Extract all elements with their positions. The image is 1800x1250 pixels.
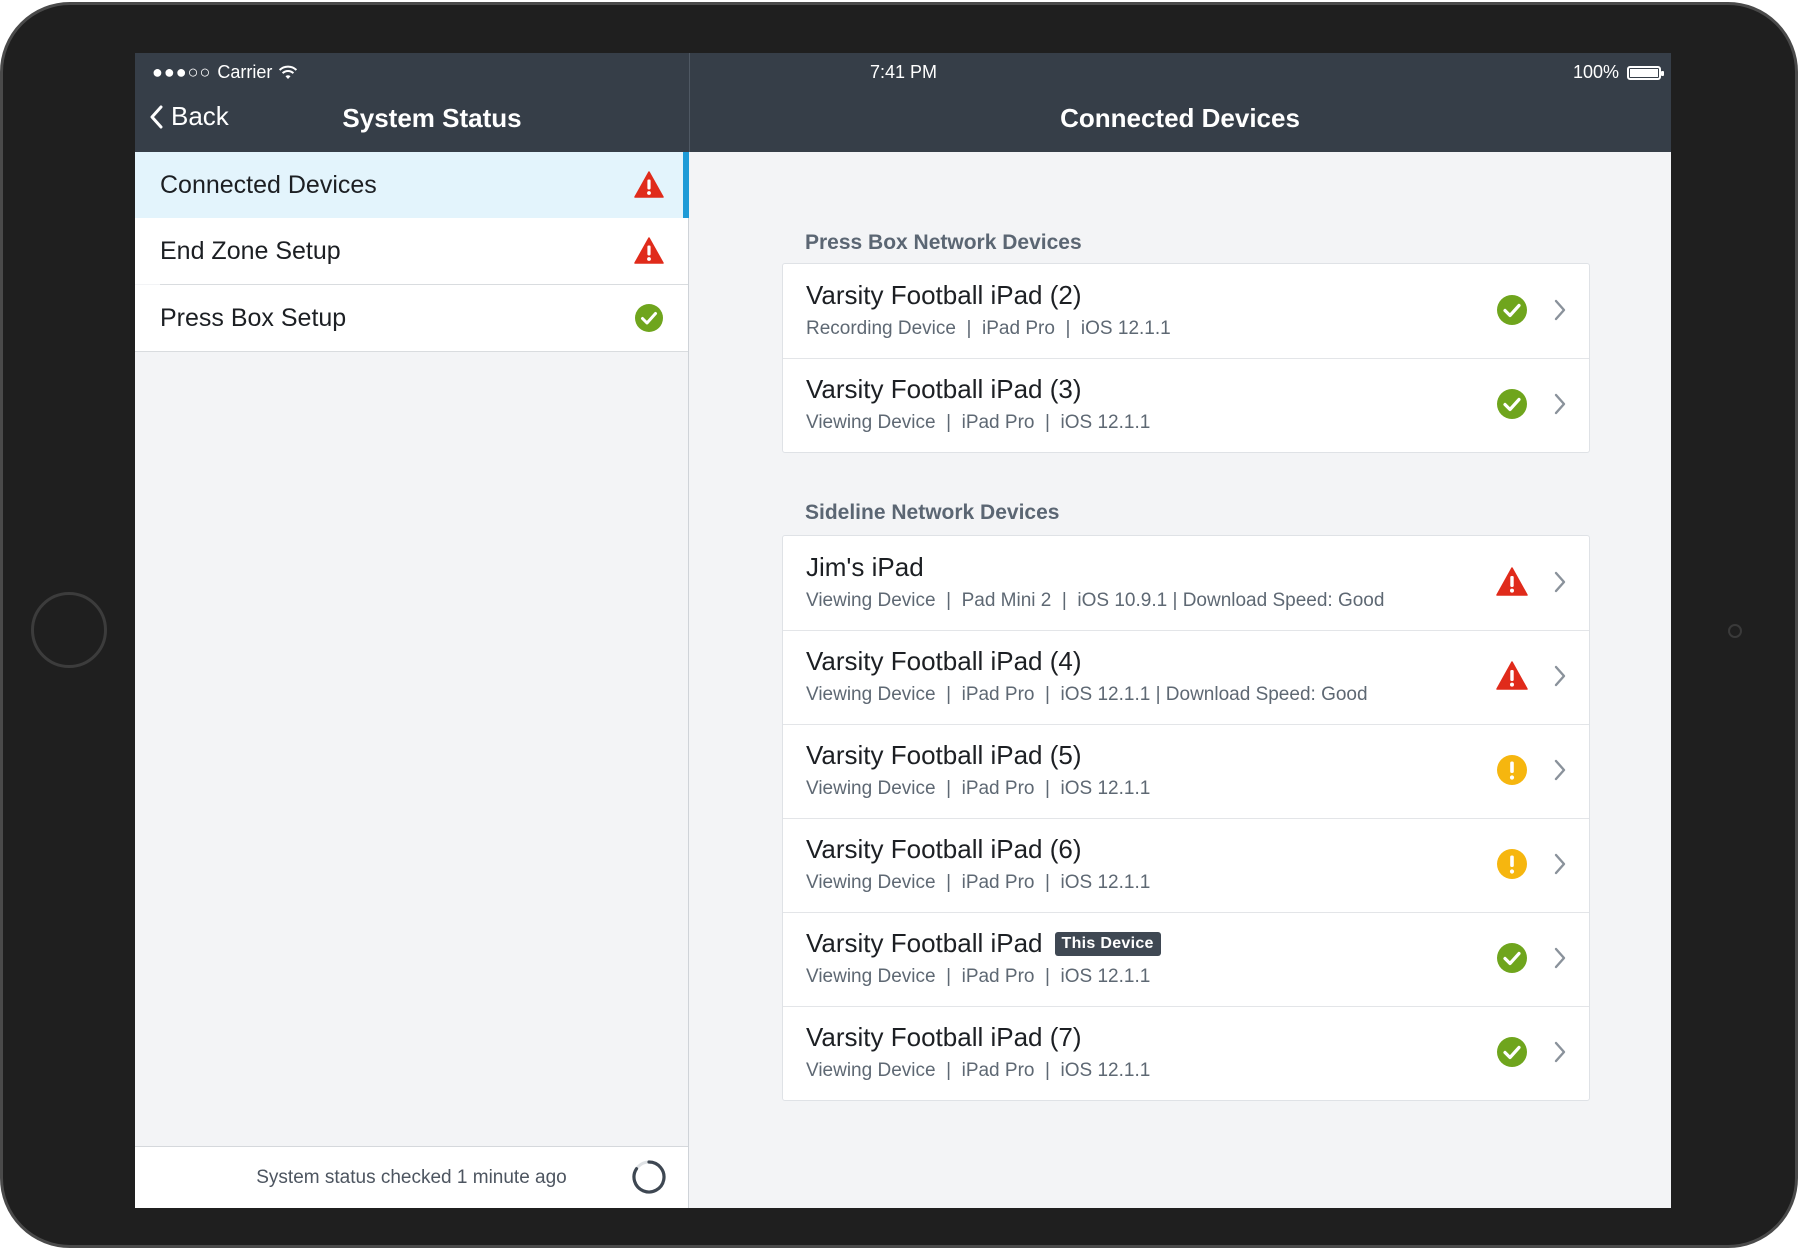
status-footer: System status checked 1 minute ago <box>135 1146 688 1208</box>
device-name: Varsity Football iPad (7) <box>806 1022 1082 1053</box>
sidebar-item-connected-devices[interactable]: Connected Devices <box>135 152 689 218</box>
this-device-badge: This Device <box>1054 931 1161 956</box>
chevron-right-icon <box>1554 393 1566 415</box>
device-name-text: Varsity Football iPad (6) <box>806 834 1082 864</box>
warning-triangle-icon <box>1496 661 1528 690</box>
device-name-text: Varsity Football iPad (5) <box>806 740 1082 770</box>
page-title: Connected Devices <box>1060 103 1300 133</box>
device-detail: Viewing Device | iPad Pro | iOS 12.1.1 <box>806 1060 1151 1081</box>
device-detail: Viewing Device | iPad Pro | iOS 12.1.1 |… <box>806 684 1368 705</box>
section-title-press-box: Press Box Network Devices <box>805 231 1082 254</box>
warning-triangle-icon <box>634 237 664 264</box>
device-name: Varsity Football iPad (6) <box>806 834 1082 865</box>
press-box-device-list: Varsity Football iPad (2) Recording Devi… <box>782 263 1590 453</box>
device-name-text: Jim's iPad <box>806 552 924 582</box>
navigation-header: ●●●○○ Carrier 7:41 PM 100% Back System S… <box>135 53 1671 152</box>
sideline-device-list: Jim's iPad Viewing Device | Pad Mini 2 |… <box>782 535 1590 1101</box>
device-row[interactable]: Varsity Football iPad (4) Viewing Device… <box>783 630 1589 724</box>
device-detail: Viewing Device | iPad Pro | iOS 12.1.1 <box>806 412 1151 433</box>
device-row[interactable]: Jim's iPad Viewing Device | Pad Mini 2 |… <box>783 536 1589 630</box>
device-name: Varsity Football iPad (2) <box>806 280 1082 311</box>
chevron-right-icon <box>1554 853 1566 875</box>
device-name-text: Varsity Football iPad <box>806 928 1043 958</box>
device-row[interactable]: Varsity Football iPad (2) Recording Devi… <box>783 264 1589 358</box>
device-detail: Viewing Device | iPad Pro | iOS 12.1.1 <box>806 778 1151 799</box>
sidebar-item-label: End Zone Setup <box>160 236 341 265</box>
home-button[interactable] <box>31 592 107 668</box>
device-row[interactable]: Varsity Football iPad (6) Viewing Device… <box>783 818 1589 912</box>
chevron-right-icon <box>1554 571 1566 593</box>
status-bar-right: 100% <box>1572 62 1664 83</box>
exclamation-circle-icon <box>1497 849 1527 879</box>
device-name: Varsity Football iPad (4) <box>806 646 1082 677</box>
wifi-icon <box>279 65 298 79</box>
main-content: Press Box Network Devices Varsity Footba… <box>689 152 1671 1208</box>
tablet-bezel: ●●●○○ Carrier 7:41 PM 100% Back System S… <box>0 2 1798 1248</box>
device-name-text: Varsity Football iPad (4) <box>806 646 1082 676</box>
device-name: Varsity Football iPad (5) <box>806 740 1082 771</box>
warning-triangle-icon <box>1496 567 1528 596</box>
device-name: Jim's iPad <box>806 552 924 583</box>
battery-icon <box>1627 65 1664 80</box>
chevron-right-icon <box>1554 299 1566 321</box>
signal-icon: ●●●○○ <box>152 62 212 82</box>
check-circle-icon <box>1497 389 1527 419</box>
battery-percent: 100% <box>1572 62 1619 82</box>
sidebar-item-label: Connected Devices <box>160 170 377 199</box>
exclamation-circle-icon <box>1497 755 1527 785</box>
sidebar-item-end-zone-setup[interactable]: End Zone Setup <box>135 218 688 284</box>
divider <box>135 351 688 352</box>
check-circle-icon <box>1497 943 1527 973</box>
device-row[interactable]: Varsity Football iPad (3) Viewing Device… <box>783 358 1589 452</box>
last-checked-text: System status checked 1 minute ago <box>256 1167 567 1188</box>
sidebar: Connected Devices End Zone Setup Press B… <box>135 152 689 1208</box>
check-circle-icon <box>1497 295 1527 325</box>
sidebar-item-press-box-setup[interactable]: Press Box Setup <box>135 285 688 351</box>
sidebar-title: System Status <box>342 103 522 133</box>
device-detail: Viewing Device | iPad Pro | iOS 12.1.1 <box>806 872 1151 893</box>
sidebar-item-label: Press Box Setup <box>160 303 347 332</box>
device-name-text: Varsity Football iPad (7) <box>806 1022 1082 1052</box>
device-detail: Viewing Device | Pad Mini 2 | iOS 10.9.1… <box>806 590 1385 611</box>
chevron-right-icon <box>1554 1041 1566 1063</box>
device-name: Varsity Football iPad This Device <box>806 928 1161 959</box>
chevron-right-icon <box>1554 665 1566 687</box>
device-row-this-device[interactable]: Varsity Football iPad This Device Viewin… <box>783 912 1589 1006</box>
device-detail: Viewing Device | iPad Pro | iOS 12.1.1 <box>806 966 1151 987</box>
device-row[interactable]: Varsity Football iPad (5) Viewing Device… <box>783 724 1589 818</box>
check-circle-icon <box>635 304 663 332</box>
screen: ●●●○○ Carrier 7:41 PM 100% Back System S… <box>135 53 1671 1208</box>
camera-icon <box>1728 624 1742 638</box>
section-title-sideline: Sideline Network Devices <box>805 501 1060 524</box>
chevron-right-icon <box>1554 759 1566 781</box>
device-name: Varsity Football iPad (3) <box>806 374 1082 405</box>
chevron-right-icon <box>1554 947 1566 969</box>
device-detail: Recording Device | iPad Pro | iOS 12.1.1 <box>806 318 1171 339</box>
carrier-label: Carrier <box>217 62 273 82</box>
device-name-text: Varsity Football iPad (2) <box>806 280 1082 310</box>
status-time: 7:41 PM <box>870 62 938 82</box>
status-bar-left: ●●●○○ Carrier <box>152 62 298 83</box>
refresh-spinner-icon[interactable] <box>631 1159 667 1195</box>
device-row[interactable]: Varsity Football iPad (7) Viewing Device… <box>783 1006 1589 1100</box>
check-circle-icon <box>1497 1037 1527 1067</box>
device-name-text: Varsity Football iPad (3) <box>806 374 1082 404</box>
warning-triangle-icon <box>634 171 664 198</box>
